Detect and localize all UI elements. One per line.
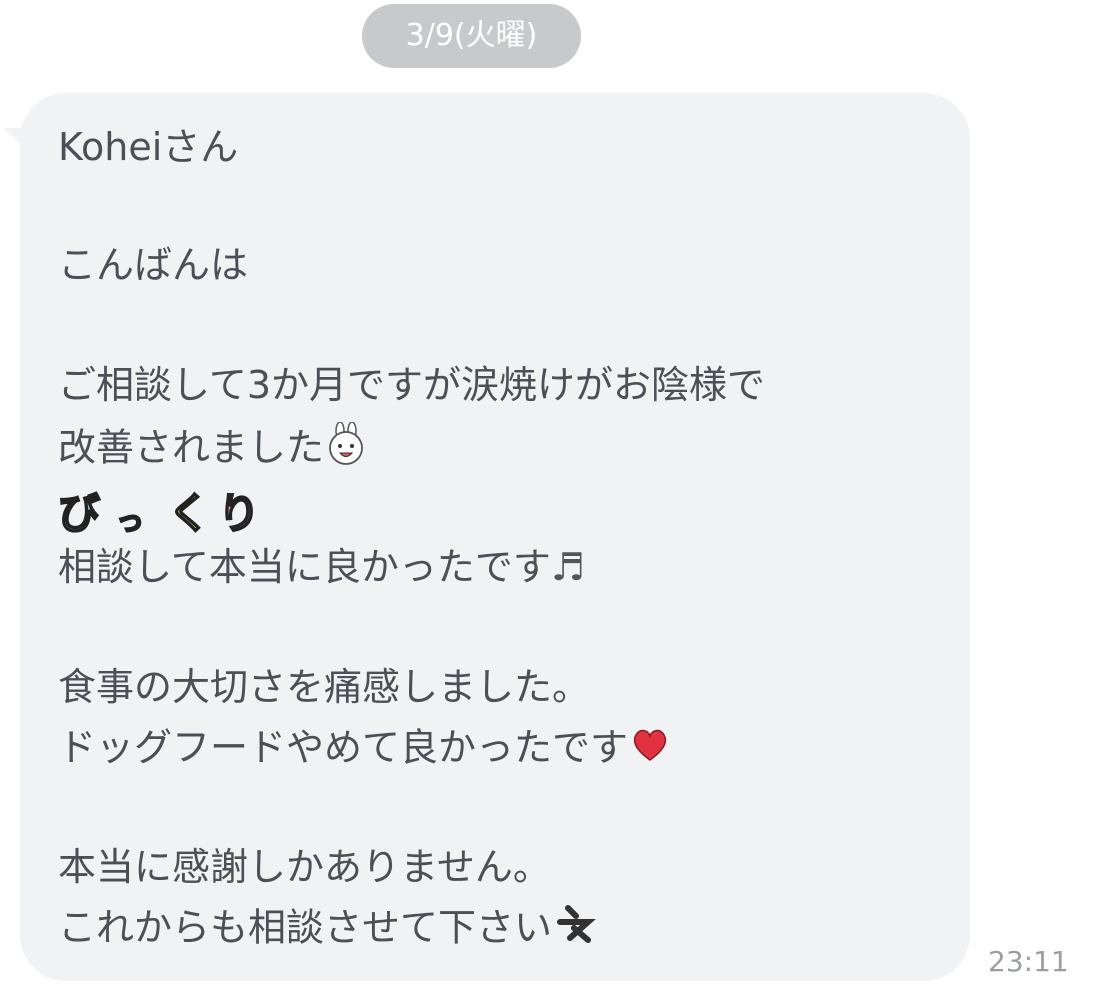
message-text: 相談して本当に良かったです — [58, 545, 551, 589]
svg-text:び: び — [58, 489, 100, 538]
date-separator: 3/9(火曜) — [362, 4, 581, 68]
message-text: これからも相談させて下さい — [58, 905, 553, 950]
message-line-good-evening: こんばんは — [58, 243, 249, 287]
svg-text:く: く — [168, 489, 210, 538]
heart-emoji — [628, 722, 672, 778]
decorative-bikkuri-text: び っ く り — [57, 482, 278, 542]
message-line-dogfood: ドッグフードやめて良かったです — [58, 722, 672, 778]
message-line-improved: 改善されました — [58, 421, 368, 478]
svg-text:っ: っ — [116, 504, 144, 537]
message-time: 23:11 — [988, 945, 1069, 978]
message-line-glad: 相談して本当に良かったです♬ — [58, 542, 585, 592]
ne-sticker-emoji — [552, 902, 596, 958]
message-text: ドッグフードやめて良かったです — [58, 725, 629, 770]
message-line-1: ご相談して3か月ですが涙焼けがお陰様で — [58, 363, 766, 407]
message-line-continue: これからも相談させて下さい — [58, 902, 596, 958]
message-text: 改善されました — [58, 425, 325, 470]
svg-text:り: り — [218, 489, 260, 538]
message-line-food: 食事の大切さを痛感しました。 — [58, 665, 591, 709]
music-note-emoji: ♬ — [550, 545, 585, 589]
rabbit-face-emoji — [324, 421, 368, 478]
message-line-greeting-name: Koheiさん — [58, 125, 239, 169]
message-line-thanks: 本当に感謝しかありません。 — [58, 845, 551, 889]
